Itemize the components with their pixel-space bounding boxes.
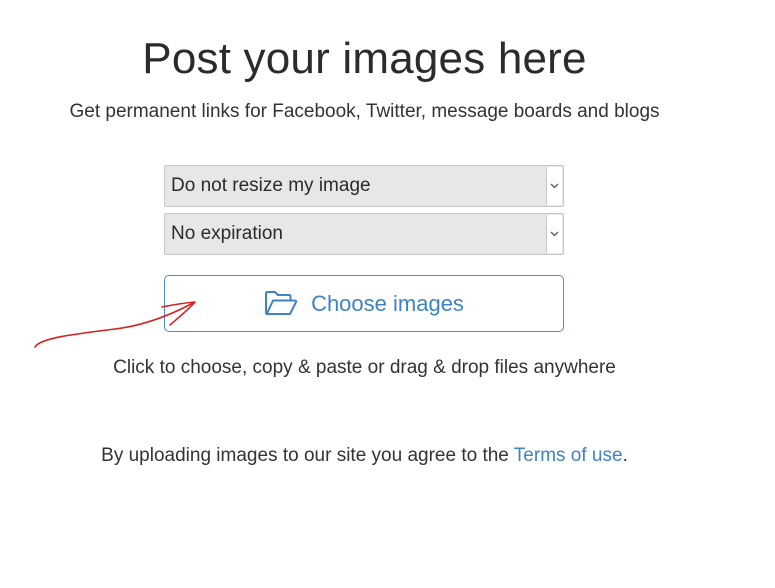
expiration-select-value: No expiration — [171, 223, 283, 244]
chevron-down-icon — [550, 231, 559, 237]
folder-open-icon — [265, 290, 298, 315]
upload-page: Post your images here Get permanent link… — [0, 0, 775, 588]
page-subtitle: Get permanent links for Facebook, Twitte… — [69, 101, 660, 122]
terms-prefix: By uploading images to our site you agre… — [101, 445, 514, 466]
resize-select[interactable]: Do not resize my image — [164, 165, 564, 207]
terms-of-use-link[interactable]: Terms of use — [514, 445, 623, 466]
choose-images-button[interactable]: Choose images — [164, 275, 564, 332]
choose-images-label: Choose images — [311, 290, 464, 316]
expiration-select[interactable]: No expiration — [164, 213, 564, 255]
terms-suffix: . — [622, 445, 628, 466]
resize-select-dropdown-button[interactable] — [546, 167, 562, 205]
page-title: Post your images here — [142, 34, 587, 83]
expiration-select-dropdown-button[interactable] — [546, 215, 562, 253]
resize-select-value: Do not resize my image — [171, 175, 371, 196]
terms-notice: By uploading images to our site you agre… — [0, 445, 729, 467]
upload-hint: Click to choose, copy & paste or drag & … — [113, 357, 616, 378]
chevron-down-icon — [550, 183, 559, 189]
